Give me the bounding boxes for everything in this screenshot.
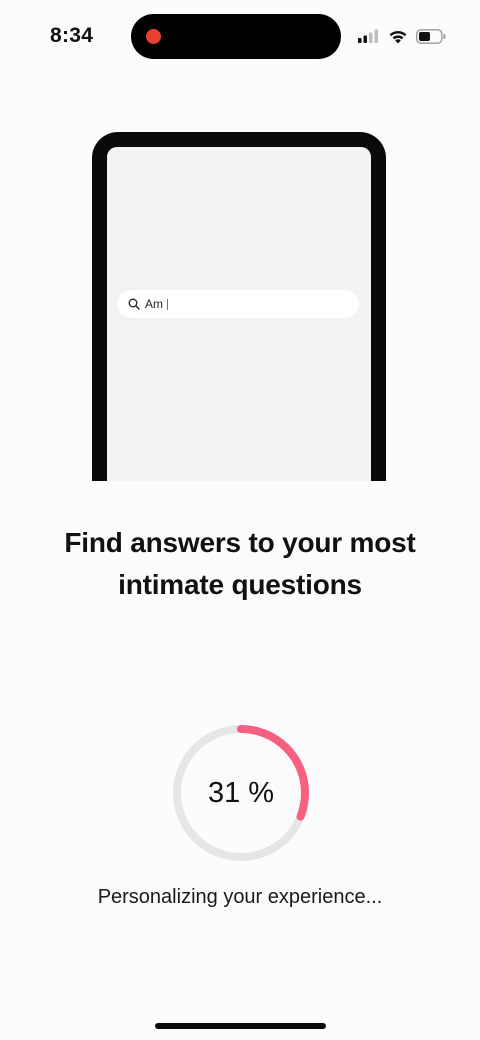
recording-indicator-icon [146,29,161,44]
home-indicator [155,1023,326,1029]
phone-mockup-illustration: Am [92,132,386,481]
cellular-signal-icon [358,29,380,43]
headline-line-2: intimate questions [118,569,362,600]
phone-mockup-screen: Am [107,147,371,481]
search-icon [128,298,140,310]
text-caret [167,298,168,310]
loading-status-text: Personalizing your experience... [97,886,383,908]
battery-icon [416,28,446,44]
status-time: 8:34 [50,24,94,47]
mockup-search-text: Am [145,297,163,311]
progress-ring: 31 % [170,722,312,864]
status-icons [358,25,446,47]
wifi-icon [388,29,408,44]
headline-line-1: Find answers to your most [64,527,416,558]
mockup-search-bar: Am [117,290,359,318]
progress-percentage: 31 % [207,776,275,809]
headline: Find answers to your most intimate quest… [0,522,480,606]
dynamic-island [131,14,341,59]
status-bar: 8:34 [0,0,480,72]
